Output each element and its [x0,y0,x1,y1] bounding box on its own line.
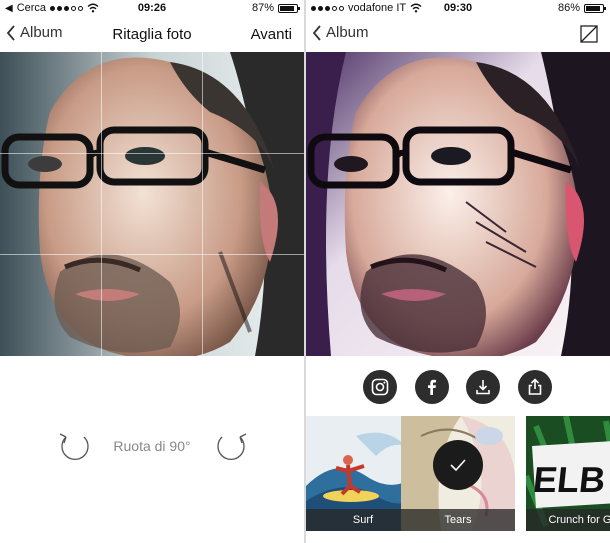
filter-carousel: Surf Tears ELB Crunch for G [306,416,610,531]
facebook-button[interactable] [415,370,449,404]
crop-grid-line [0,254,304,255]
checkmark-icon [450,459,466,472]
portrait-image [0,52,304,356]
rotate-controls: Ruota di 90° [0,425,304,469]
crop-screen: ◀ Cerca 09:26 87% Album Ritaglia foto Av… [0,0,304,543]
back-button[interactable]: Album [312,24,369,41]
share-button[interactable] [518,370,552,404]
filtered-photo [306,52,610,356]
nav-bar: Album Ritaglia foto Avanti [0,18,304,52]
crop-grid-line [0,153,304,154]
nav-bar: Album [306,18,610,52]
download-icon [476,380,490,395]
instagram-icon [371,378,389,396]
stylized-portrait-image [306,52,610,356]
battery-icon [584,3,606,13]
download-button[interactable] [466,370,500,404]
crop-photo[interactable] [0,52,304,356]
selected-check-badge [433,440,483,490]
facebook-icon [428,379,436,395]
instagram-button[interactable] [363,370,397,404]
filter-name: Crunch for Go [526,509,610,531]
crop-icon[interactable] [580,25,598,43]
rotate-right-icon[interactable] [214,429,250,465]
svg-text:ELB: ELB [531,459,607,500]
rotate-label: Ruota di 90° [113,438,191,454]
battery-icon [278,3,300,13]
status-bar: ◀ Cerca 09:26 87% [0,0,304,18]
status-right: 86% [557,2,606,14]
share-icon [528,378,542,395]
filter-name: Tears [401,509,515,531]
battery-percent: 86% [557,2,580,14]
battery-percent: 87% [251,2,274,14]
status-bar: vodafone IT 09:30 86% [306,0,610,18]
crop-grid-line [202,52,203,356]
chevron-left-icon [312,24,321,41]
filter-crunch[interactable]: ELB Crunch for Go [526,416,610,531]
share-toolbar [306,370,610,404]
status-right: 87% [251,2,300,14]
filter-screen: vodafone IT 09:30 86% Album Surf Tears E… [306,0,610,543]
next-button[interactable]: Avanti [251,26,292,43]
crop-grid-line [101,52,102,356]
back-label: Album [326,24,369,41]
filter-tears[interactable]: Tears [401,416,515,531]
